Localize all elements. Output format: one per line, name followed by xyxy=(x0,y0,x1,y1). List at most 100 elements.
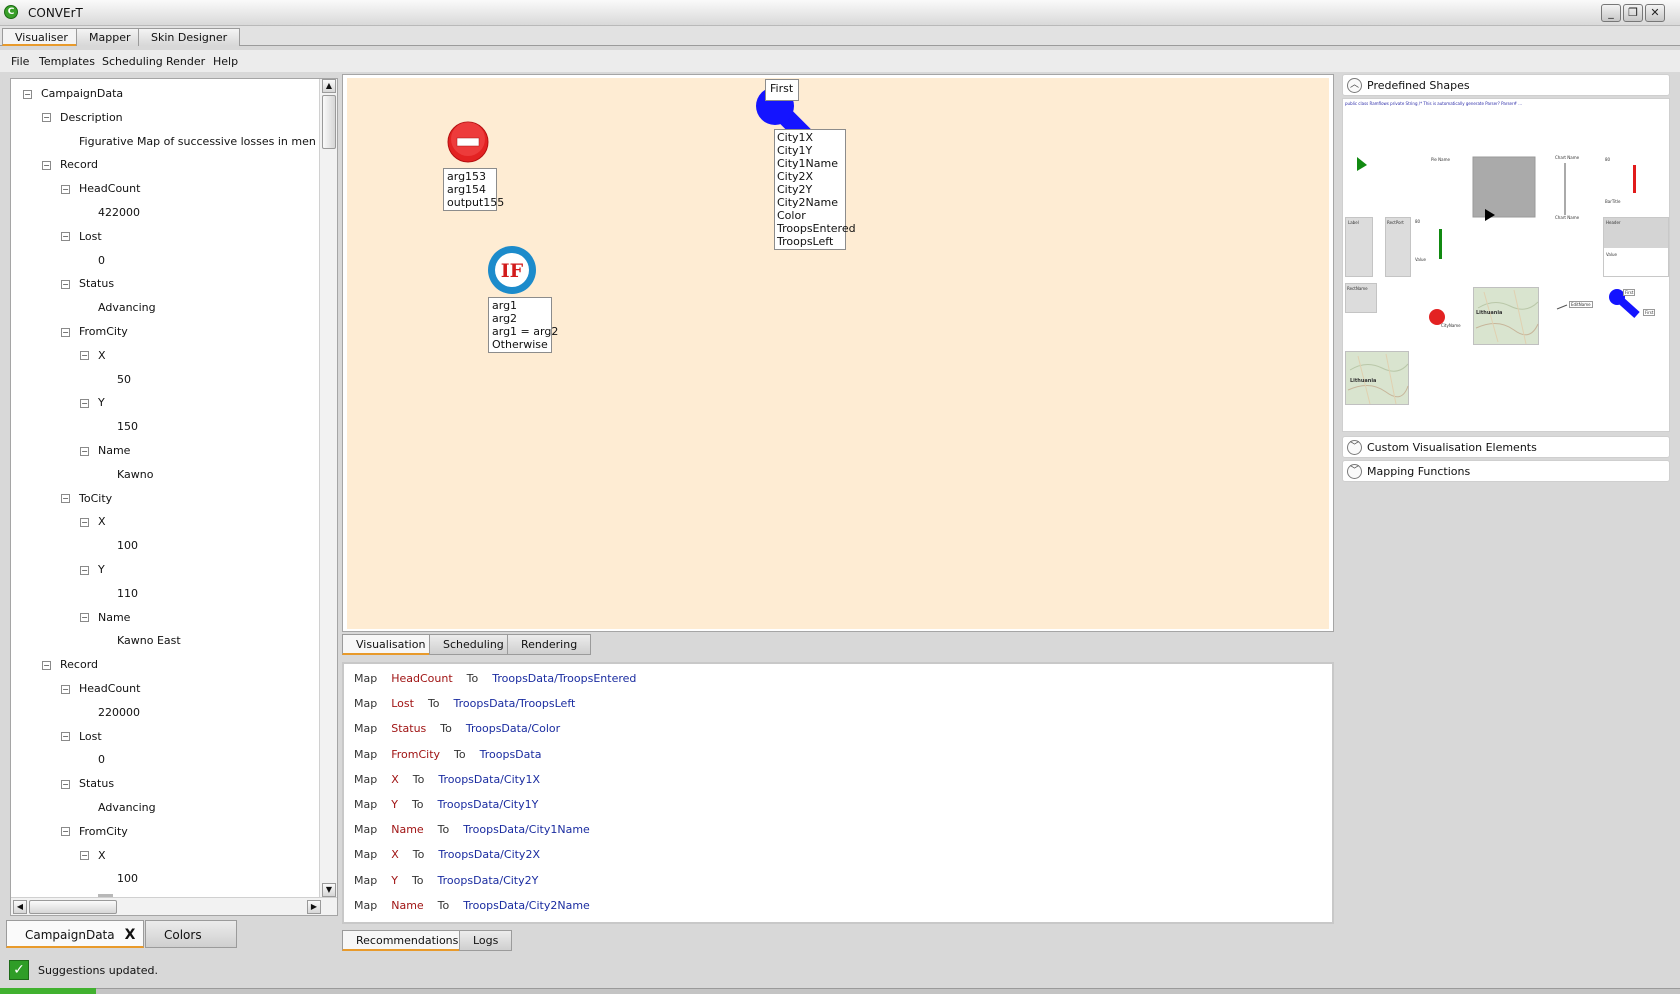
rect-name-thumb[interactable]: RectName xyxy=(1345,283,1377,313)
collapse-toggle-icon[interactable]: − xyxy=(61,279,70,289)
tree-node[interactable]: − FromCity xyxy=(61,825,128,841)
recommendation-row[interactable]: Map Name To TroopsData/City1Name xyxy=(354,822,590,838)
tab-visualiser[interactable]: Visualiser xyxy=(2,28,81,46)
field-color[interactable]: Color xyxy=(777,209,843,222)
minus-arg-1[interactable]: arg153 xyxy=(447,170,493,183)
map-lithuania-thumb-2[interactable]: Lithuania xyxy=(1345,351,1409,405)
tree-node[interactable]: − Name xyxy=(80,611,130,627)
tab-visualisation[interactable]: Visualisation xyxy=(342,634,440,655)
field-city2name[interactable]: City2Name xyxy=(777,196,843,209)
field-city2x[interactable]: City2X xyxy=(777,170,843,183)
tab-campaigndata[interactable]: CampaignData X xyxy=(6,920,144,948)
code-template-thumb[interactable]: public class Ramflows private String /* … xyxy=(1345,99,1669,139)
collapse-toggle-icon[interactable]: − xyxy=(61,779,70,789)
scroll-down-icon[interactable]: ▼ xyxy=(322,883,336,897)
minus-output[interactable]: output155 xyxy=(447,196,504,209)
data-tree[interactable]: − CampaignData − Description Figurative Map … xyxy=(11,79,317,897)
tree-node[interactable]: Kawno East xyxy=(117,634,181,650)
tab-colors[interactable]: Colors xyxy=(145,920,237,948)
tab-scheduling[interactable]: Scheduling xyxy=(429,634,518,655)
predefined-shapes-header[interactable]: ︿ Predefined Shapes xyxy=(1342,74,1670,96)
menu-scheduling[interactable]: Scheduling xyxy=(102,55,163,68)
tree-node[interactable]: − HeadCount xyxy=(61,682,140,698)
if-condition[interactable]: arg1 = arg2 xyxy=(492,325,558,338)
tree-node[interactable]: 0 xyxy=(98,753,105,769)
rect-port-thumb[interactable]: RectPort xyxy=(1385,217,1411,277)
close-tab-icon[interactable]: X xyxy=(125,927,136,943)
collapse-toggle-icon[interactable]: − xyxy=(61,184,70,194)
field-troopsentered[interactable]: TroopsEntered xyxy=(777,222,856,235)
collapse-toggle-icon[interactable]: − xyxy=(80,613,89,623)
tab-skin-designer[interactable]: Skin Designer xyxy=(138,28,241,46)
menu-help[interactable]: Help xyxy=(213,55,238,68)
tree-node[interactable]: Figurative Map of successive losses in m… xyxy=(79,135,317,151)
map-lithuania-thumb[interactable]: Lithuania xyxy=(1473,287,1539,345)
recommendation-row[interactable]: Map FromCity To TroopsData xyxy=(354,747,541,763)
tree-node[interactable]: Advancing xyxy=(98,301,156,317)
header-table-thumb[interactable]: Header Value xyxy=(1603,217,1669,277)
troops-fields-box[interactable]: City1X City1Y City1Name City2X City2Y Ci… xyxy=(774,129,856,250)
tree-node[interactable]: − X xyxy=(80,349,106,365)
tree-node[interactable]: − FromCity xyxy=(61,325,128,341)
collapse-toggle-icon[interactable]: − xyxy=(42,113,51,123)
tree-node[interactable]: 50 xyxy=(117,373,131,389)
collapse-toggle-icon[interactable]: − xyxy=(61,827,70,837)
if-otherwise[interactable]: Otherwise xyxy=(492,338,548,351)
tree-node[interactable]: 100 xyxy=(117,872,138,888)
recommendation-row[interactable]: Map Lost To TroopsData/TroopsLeft xyxy=(354,696,575,712)
recommendation-row[interactable]: Map X To TroopsData/City2X xyxy=(354,847,540,863)
minimize-button[interactable]: _ xyxy=(1601,4,1621,22)
minus-function-icon[interactable] xyxy=(447,121,489,163)
collapse-toggle-icon[interactable]: − xyxy=(80,446,89,456)
label-rect-thumb[interactable]: Label xyxy=(1345,217,1373,277)
first-label-box[interactable]: First xyxy=(765,79,799,101)
custom-elements-header[interactable]: ﹀ Custom Visualisation Elements xyxy=(1342,436,1670,458)
minus-args-box[interactable]: arg153 arg154 output155 xyxy=(443,168,504,211)
menu-file[interactable]: File xyxy=(11,55,29,68)
collapse-toggle-icon[interactable]: − xyxy=(61,327,70,337)
tree-node[interactable]: 422000 xyxy=(98,206,140,222)
collapse-toggle-icon[interactable]: − xyxy=(61,494,70,504)
tree-node[interactable]: Kawno xyxy=(117,468,153,484)
pie-shape-thumb[interactable] xyxy=(1345,151,1405,211)
tree-node[interactable]: − Name xyxy=(80,444,130,460)
field-city1name[interactable]: City1Name xyxy=(777,157,843,170)
recommendation-row[interactable]: Map Y To TroopsData/City1Y xyxy=(354,797,538,813)
collapse-toggle-icon[interactable]: − xyxy=(80,565,89,575)
tree-node[interactable]: − CampaignData xyxy=(23,87,123,103)
recommendation-row[interactable]: Map X To TroopsData/City1X xyxy=(354,772,540,788)
chevron-down-icon[interactable]: ﹀ xyxy=(1347,440,1362,455)
tab-recommendations[interactable]: Recommendations xyxy=(342,930,473,951)
collapse-toggle-icon[interactable]: − xyxy=(42,160,51,170)
tree-scroll-thumb[interactable] xyxy=(322,95,336,149)
field-city2y[interactable]: City2Y xyxy=(777,183,843,196)
tree-node[interactable]: − X xyxy=(80,515,106,531)
chevron-up-icon[interactable]: ︿ xyxy=(1347,78,1362,93)
if-arg-1[interactable]: arg1 xyxy=(492,299,548,312)
collapse-toggle-icon[interactable]: − xyxy=(80,851,89,861)
tree-node[interactable]: 220000 xyxy=(98,706,140,722)
close-window-button[interactable]: ✕ xyxy=(1645,4,1665,22)
tree-node[interactable]: − Lost xyxy=(61,730,102,746)
chevron-down-icon-2[interactable]: ﹀ xyxy=(1347,464,1362,479)
scroll-up-icon[interactable]: ▲ xyxy=(322,79,336,93)
tree-node[interactable]: 0 xyxy=(98,254,105,270)
collapse-toggle-icon[interactable]: − xyxy=(23,89,32,99)
tab-rendering[interactable]: Rendering xyxy=(507,634,592,655)
tree-node[interactable]: − Description xyxy=(42,111,123,127)
collapse-toggle-icon[interactable]: − xyxy=(80,517,89,527)
recommendation-row[interactable]: Map Status To TroopsData/Color xyxy=(354,721,560,737)
tab-logs[interactable]: Logs xyxy=(459,930,513,951)
minus-arg-2[interactable]: arg154 xyxy=(447,183,493,196)
scroll-left-icon[interactable]: ◀ xyxy=(13,900,27,914)
chart-area-thumb[interactable] xyxy=(1471,151,1543,223)
tree-node[interactable]: Advancing xyxy=(98,801,156,817)
tree-hscroll-thumb[interactable] xyxy=(29,900,117,914)
if-args-box[interactable]: arg1 arg2 arg1 = arg2 Otherwise xyxy=(488,297,558,353)
pie-name-thumb[interactable]: Pie Name xyxy=(1411,151,1465,211)
city-dot-thumb[interactable]: CityName xyxy=(1429,309,1469,339)
collapse-toggle-icon[interactable]: − xyxy=(80,398,89,408)
field-troopsleft[interactable]: TroopsLeft xyxy=(777,235,843,248)
field-city1y[interactable]: City1Y xyxy=(777,144,843,157)
tree-node[interactable]: − HeadCount xyxy=(61,182,140,198)
